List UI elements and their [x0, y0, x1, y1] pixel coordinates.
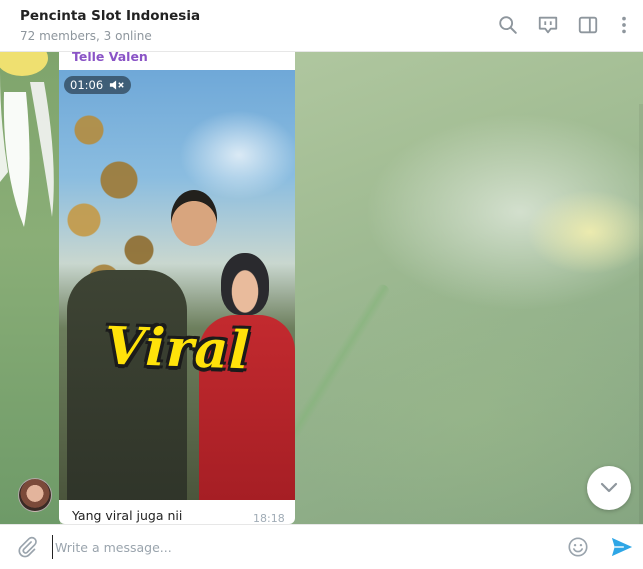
scroll-down-button[interactable] — [587, 466, 631, 510]
video-message-bubble: Telle Valen Viral 01:06 Yang viral juga … — [59, 52, 295, 524]
mute-icon[interactable] — [109, 78, 125, 92]
video-duration: 01:06 — [70, 78, 104, 92]
video-foliage — [59, 70, 169, 300]
more-vertical-icon[interactable] — [613, 14, 635, 36]
attach-icon[interactable] — [16, 536, 38, 558]
message-composer — [0, 524, 643, 569]
daisy-icon — [0, 52, 54, 227]
video-thumbnail[interactable]: Viral 01:06 — [59, 70, 295, 500]
chat-member-count[interactable]: 72 members, 3 online — [20, 29, 152, 43]
chat-header: Pencinta Slot Indonesia 72 members, 3 on… — [0, 0, 643, 52]
video-person-right-head — [221, 253, 269, 315]
avatar[interactable] — [18, 478, 52, 512]
message-time: 18:18 — [253, 512, 285, 524]
video-chat-icon[interactable] — [537, 14, 559, 36]
video-cloud — [179, 110, 295, 200]
message-input[interactable] — [52, 535, 545, 559]
video-person-left-head — [171, 190, 217, 246]
sender-name[interactable]: Telle Valen — [72, 52, 148, 64]
chat-area[interactable]: Telle Valen Viral 01:06 Yang viral juga … — [0, 52, 643, 524]
wallpaper-left-strip — [0, 52, 60, 524]
chat-title[interactable]: Pencinta Slot Indonesia — [20, 8, 200, 24]
video-duration-badge[interactable]: 01:06 — [64, 76, 132, 94]
search-icon[interactable] — [497, 14, 519, 36]
scrollbar[interactable] — [639, 104, 643, 524]
video-overlay-text: Viral — [103, 315, 252, 382]
send-icon[interactable] — [611, 536, 635, 558]
sidebar-toggle-icon[interactable] — [577, 14, 599, 36]
emoji-icon[interactable] — [567, 536, 589, 558]
video-person-left — [67, 270, 187, 500]
chevron-down-icon — [600, 482, 618, 493]
message-caption: Yang viral juga nii — [72, 508, 183, 523]
